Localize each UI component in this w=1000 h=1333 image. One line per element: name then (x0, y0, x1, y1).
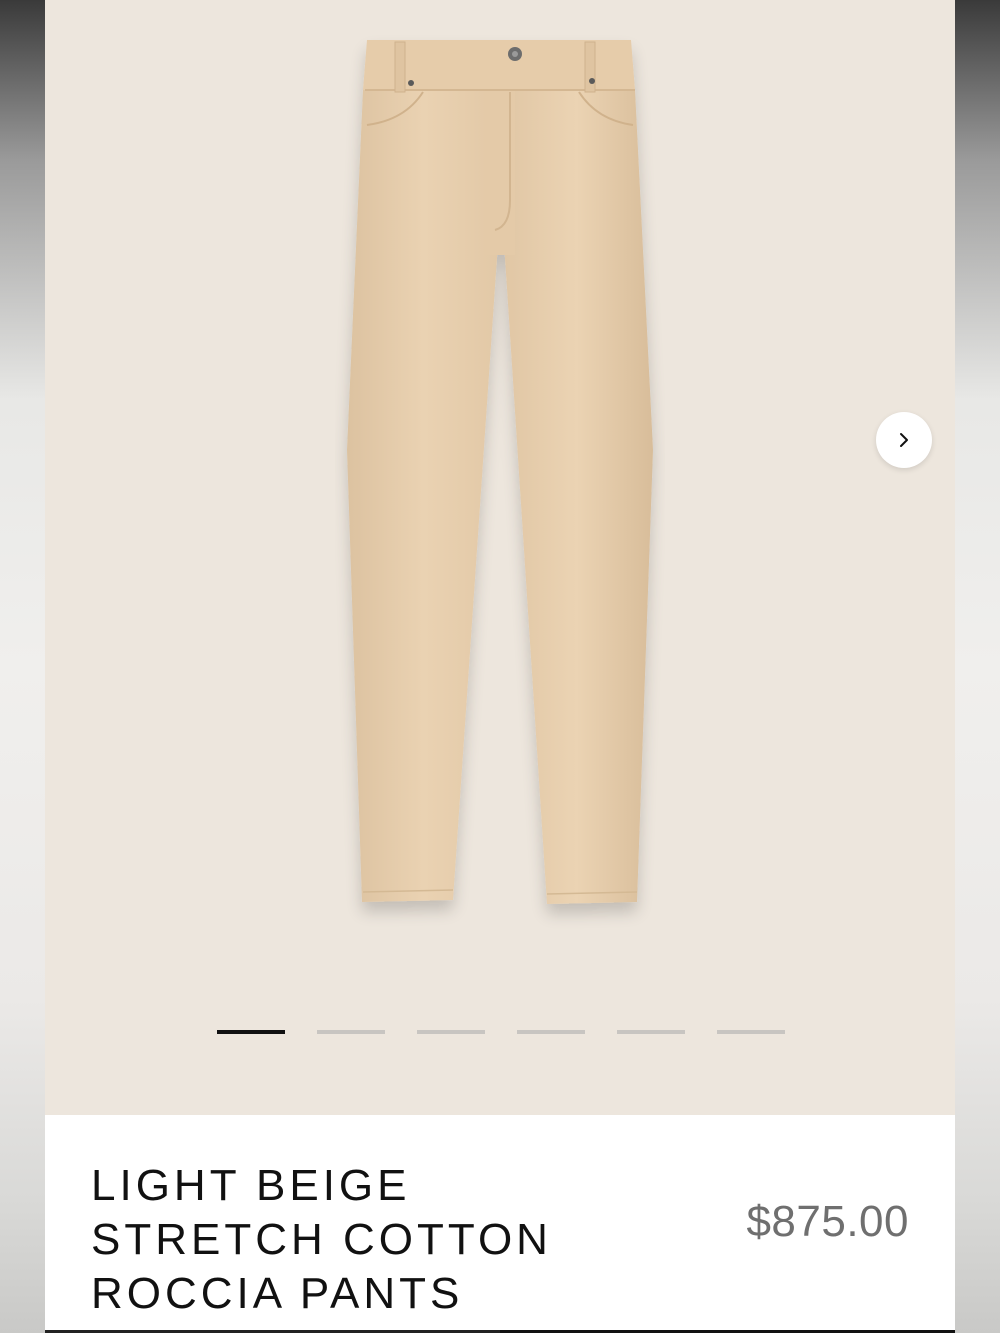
pagination-indicator-2[interactable] (317, 1030, 385, 1034)
product-price: $875.00 (746, 1197, 909, 1246)
pagination-indicator-4[interactable] (517, 1030, 585, 1034)
product-title: LIGHT BEIGE STRETCH COTTON ROCCIA PANTS (91, 1159, 651, 1321)
product-gallery[interactable] (45, 0, 955, 1115)
product-info: LIGHT BEIGE STRETCH COTTON ROCCIA PANTS … (45, 1115, 955, 1333)
pagination-indicator-1[interactable] (217, 1030, 285, 1034)
product-title-line-3: ROCCIA PANTS (91, 1269, 464, 1318)
left-edge-band (0, 0, 45, 1333)
pagination-indicator-3[interactable] (417, 1030, 485, 1034)
gallery-pagination (217, 1030, 785, 1034)
next-image-button[interactable] (876, 412, 932, 468)
product-image (347, 40, 653, 904)
product-title-line-2: STRETCH COTTON (91, 1215, 552, 1264)
product-page: LIGHT BEIGE STRETCH COTTON ROCCIA PANTS … (45, 0, 955, 1333)
pagination-indicator-5[interactable] (617, 1030, 685, 1034)
pagination-indicator-6[interactable] (717, 1030, 785, 1034)
chevron-right-icon (900, 433, 908, 447)
product-title-line-1: LIGHT BEIGE (91, 1161, 411, 1210)
right-edge-band (955, 0, 1000, 1333)
